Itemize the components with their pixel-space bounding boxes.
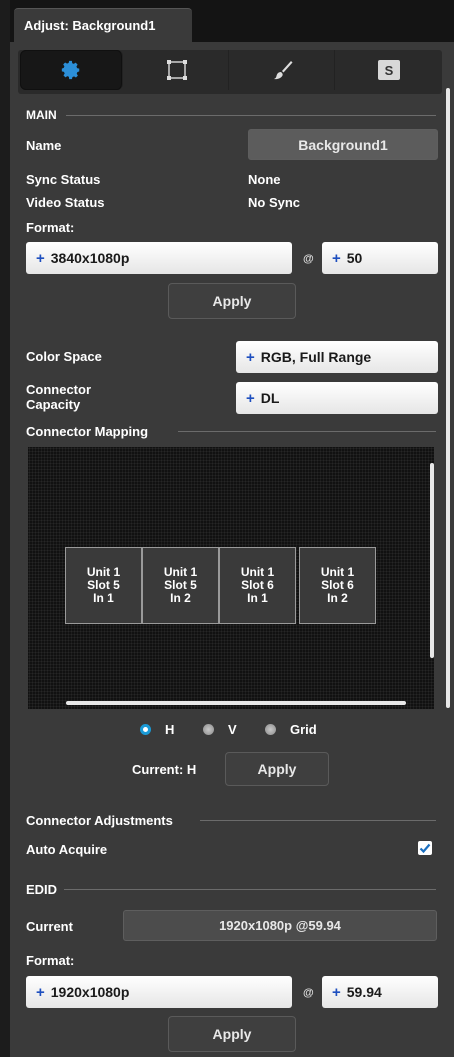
format-apply-button[interactable]: Apply bbox=[168, 283, 296, 319]
video-status-value: No Sync bbox=[248, 195, 301, 210]
tab-color[interactable] bbox=[232, 50, 335, 90]
edid-format-select[interactable]: + 1920x1080p bbox=[26, 976, 292, 1008]
auto-acquire-label: Auto Acquire bbox=[26, 842, 108, 857]
mapping-cell[interactable]: Unit 1 Slot 6 In 2 bbox=[299, 547, 376, 624]
s-icon: S bbox=[378, 60, 400, 80]
color-space-value: RGB, Full Range bbox=[260, 349, 372, 365]
plus-icon: + bbox=[36, 983, 45, 1001]
mapping-cell[interactable]: Unit 1 Slot 5 In 1 bbox=[65, 547, 142, 624]
at-symbol: @ bbox=[303, 987, 314, 999]
connector-capacity-label: Connector Capacity bbox=[26, 382, 91, 412]
divider bbox=[178, 431, 436, 432]
tab-title: Adjust: Background1 bbox=[24, 18, 156, 33]
at-symbol: @ bbox=[303, 253, 314, 265]
name-field[interactable]: Background1 bbox=[248, 129, 438, 160]
mapping-apply-button[interactable]: Apply bbox=[225, 752, 329, 786]
connector-mapping-label: Connector Mapping bbox=[26, 424, 149, 439]
tool-tabs: S bbox=[18, 50, 442, 94]
edid-apply-button[interactable]: Apply bbox=[168, 1016, 296, 1052]
edid-current-label: Current bbox=[26, 919, 73, 934]
color-space-label: Color Space bbox=[26, 349, 102, 364]
rate-select[interactable]: + 50 bbox=[322, 242, 438, 274]
divider bbox=[66, 115, 436, 116]
auto-acquire-checkbox[interactable] bbox=[418, 841, 432, 855]
tab-settings[interactable] bbox=[20, 50, 123, 90]
radio-off-icon bbox=[265, 724, 276, 735]
crop-icon bbox=[167, 60, 187, 80]
plus-icon: + bbox=[36, 249, 45, 267]
divider bbox=[200, 820, 436, 821]
apply-label: Apply bbox=[257, 761, 297, 777]
divider bbox=[64, 889, 436, 890]
gear-icon bbox=[61, 60, 80, 80]
format-label: Format: bbox=[26, 220, 75, 235]
radio-v[interactable]: V bbox=[203, 722, 237, 737]
name-label: Name bbox=[26, 138, 62, 153]
edid-rate-select[interactable]: + 59.94 bbox=[322, 976, 438, 1008]
brush-icon bbox=[274, 61, 293, 80]
format-select[interactable]: + 3840x1080p bbox=[26, 242, 292, 274]
checkmark-icon bbox=[419, 843, 431, 854]
current-orientation: Current: H bbox=[132, 762, 197, 777]
edid-section-label: EDID bbox=[26, 882, 58, 897]
mapping-horizontal-scrollbar[interactable] bbox=[66, 701, 406, 705]
name-value: Background1 bbox=[298, 136, 388, 153]
apply-label: Apply bbox=[212, 1026, 252, 1042]
plus-icon: + bbox=[332, 983, 341, 1001]
panel-scrollbar[interactable] bbox=[446, 88, 450, 708]
video-status-label: Video Status bbox=[26, 195, 105, 210]
tab-geometry[interactable] bbox=[126, 50, 229, 90]
mapping-cell[interactable]: Unit 1 Slot 5 In 2 bbox=[142, 547, 219, 624]
sync-status-value: None bbox=[248, 172, 281, 187]
radio-grid[interactable]: Grid bbox=[265, 722, 317, 737]
plus-icon: + bbox=[332, 249, 341, 267]
rate-value: 50 bbox=[346, 250, 363, 266]
edid-format-label: Format: bbox=[26, 953, 75, 968]
edid-current-value: 1920x1080p @59.94 bbox=[219, 918, 341, 933]
plus-icon: + bbox=[246, 348, 255, 366]
connector-adjustments-label: Connector Adjustments bbox=[26, 813, 173, 828]
edid-current-field: 1920x1080p @59.94 bbox=[123, 910, 437, 941]
sync-status-label: Sync Status bbox=[26, 172, 101, 187]
color-space-select[interactable]: + RGB, Full Range bbox=[236, 341, 438, 373]
edid-rate-value: 59.94 bbox=[346, 984, 382, 1000]
connector-capacity-value: DL bbox=[260, 390, 280, 406]
radio-h[interactable]: H bbox=[140, 722, 174, 737]
radio-on-icon bbox=[140, 724, 151, 735]
mapping-vertical-scrollbar[interactable] bbox=[430, 463, 434, 658]
mapping-cell[interactable]: Unit 1 Slot 6 In 1 bbox=[219, 547, 296, 624]
radio-off-icon bbox=[203, 724, 214, 735]
edid-format-value: 1920x1080p bbox=[50, 984, 130, 1000]
connector-capacity-select[interactable]: + DL bbox=[236, 382, 438, 414]
plus-icon: + bbox=[246, 389, 255, 407]
apply-label: Apply bbox=[212, 293, 252, 309]
tab-source[interactable]: S bbox=[338, 50, 440, 90]
format-value: 3840x1080p bbox=[50, 250, 130, 266]
main-section-label: MAIN bbox=[26, 108, 57, 122]
tab-adjust-background[interactable]: Adjust: Background1 bbox=[14, 8, 192, 42]
